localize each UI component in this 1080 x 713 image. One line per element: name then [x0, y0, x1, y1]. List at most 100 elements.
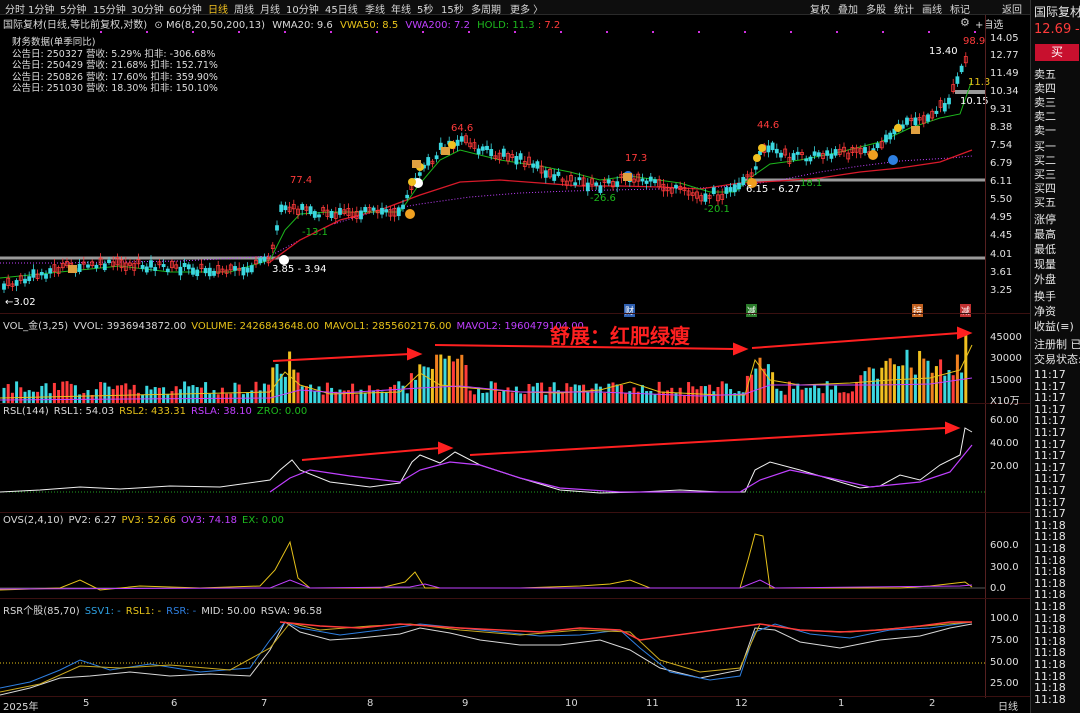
price-tick: 3.61 [990, 267, 1013, 278]
volume-bar [682, 394, 686, 403]
period-tab-quarterly[interactable]: 季线 [365, 1, 385, 16]
volume-bar [460, 354, 464, 403]
gain-label-4: 44.6 [757, 120, 780, 131]
registration-label: 注册制 已 [1034, 338, 1080, 351]
period-tab-10min[interactable]: 10分钟 [286, 1, 319, 16]
volume-bar [603, 392, 607, 403]
draw-line-button[interactable]: 画线 [922, 1, 942, 16]
price-change: -0 [1075, 22, 1080, 37]
period-tab-1min[interactable]: 1分钟 [28, 1, 54, 16]
period-tab-45day[interactable]: 45日线 [325, 1, 358, 16]
outer-volume-label: 外盘 [1034, 273, 1056, 286]
candle-body [191, 267, 195, 275]
period-tab-15sec[interactable]: 15秒 [441, 1, 464, 16]
candle-body [594, 182, 599, 186]
multi-stock-button[interactable]: 多股 [866, 1, 886, 16]
candle-body [703, 193, 708, 202]
gear-icon[interactable]: ⚙ [960, 16, 970, 29]
volume-bar [771, 372, 775, 403]
volume-bar [708, 384, 712, 403]
candle-body [741, 177, 746, 186]
volume-bar [905, 349, 909, 403]
period-tab-fenshi[interactable]: 分时 [5, 1, 25, 16]
restore-rights-button[interactable]: 复权 [810, 1, 830, 16]
volume-bar [195, 387, 199, 403]
candle-body [884, 134, 888, 143]
volume-bar [523, 394, 527, 403]
candle-body [959, 65, 964, 73]
hold-value: 7.2 [544, 20, 561, 31]
candle-body [153, 267, 158, 271]
volume-bar [729, 389, 733, 403]
drop-label-2: -26.6 [590, 193, 616, 204]
volume-bar [943, 375, 947, 403]
ma-settings-icon[interactable]: ⊙ [154, 20, 162, 31]
back-button[interactable]: 返回 [1002, 1, 1022, 16]
period-tab-daily[interactable]: 日线 [208, 1, 228, 16]
volume-bar [800, 389, 804, 403]
volume-bar [485, 392, 489, 403]
rsr-tick: 75.00 [990, 635, 1019, 646]
volume-bar [960, 372, 964, 403]
add-watchlist-button[interactable]: +自选 [975, 16, 1003, 31]
period-tab-weekly[interactable]: 周线 [234, 1, 254, 16]
candle-body [144, 266, 149, 273]
financial-event-marker[interactable]: 财 [624, 304, 636, 317]
period-tab-monthly[interactable]: 月线 [260, 1, 280, 16]
period-tab-30min[interactable]: 30分钟 [131, 1, 164, 16]
volume-bar [514, 386, 518, 403]
volume-bar [569, 386, 573, 403]
volume-bar [939, 359, 943, 403]
candle-body [401, 204, 405, 210]
signal-dot [514, 31, 516, 33]
vvol-value: VVOL: 3936943872.00 [73, 321, 187, 332]
candle-body [262, 256, 267, 262]
ov3-value: OV3: 74.18 [180, 515, 238, 526]
buy-button[interactable]: 买 [1035, 44, 1079, 61]
rsl-title: RSL(144) [3, 406, 49, 417]
period-tab-multi[interactable]: 多周期 [471, 1, 501, 16]
volume-bar [283, 376, 287, 403]
period-tab-yearly[interactable]: 年线 [391, 1, 411, 16]
mark-button[interactable]: 标记 [950, 1, 970, 16]
reduce-event-marker[interactable]: 减 [746, 304, 758, 317]
volume-bar [430, 368, 434, 403]
statistics-button[interactable]: 统计 [894, 1, 914, 16]
candle-body [518, 153, 523, 160]
period-tab-60min[interactable]: 60分钟 [169, 1, 202, 16]
candle-body [926, 114, 930, 122]
period-tab-more[interactable]: 更多 〉 [510, 1, 543, 16]
hold-event-marker[interactable]: 持 [912, 304, 924, 317]
volume-bar [199, 387, 203, 403]
reduce-event-marker-2[interactable]: 减 [960, 304, 972, 317]
candle-body [371, 207, 376, 211]
m6-label: M6(8,20,50,200,13) [165, 20, 266, 31]
volume-bar [418, 364, 422, 403]
period-tab-5min[interactable]: 5分钟 [60, 1, 86, 16]
price-tick: 4.45 [990, 230, 1013, 241]
candle-body [648, 176, 653, 182]
period-tab-15min[interactable]: 15分钟 [93, 1, 126, 16]
volume-bar [586, 391, 590, 403]
volume-bar [107, 386, 111, 403]
month-label: 5 [83, 698, 90, 709]
overlay-button[interactable]: 叠加 [838, 1, 858, 16]
volume-bar [162, 387, 166, 403]
hold-label: HOLD: 11.3 [477, 20, 535, 31]
ex-value: EX: 0.00 [242, 515, 285, 526]
volume-bar [884, 360, 888, 403]
candle-body [207, 267, 212, 277]
range-label-2: 6.15 - 6.27 [746, 184, 801, 195]
period-tab-5sec[interactable]: 5秒 [417, 1, 433, 16]
volume-bar [649, 391, 653, 403]
low-label: 最低 [1034, 243, 1056, 256]
volume-value: VOLUME: 2426843648.00 [191, 321, 320, 332]
candle-body [825, 150, 830, 156]
bid5-label: 买五 [1034, 196, 1056, 209]
volume-bar [750, 374, 754, 403]
candle-body [585, 182, 590, 192]
signal-dot [238, 31, 240, 33]
volume-bar [363, 392, 367, 403]
candle-body [94, 264, 99, 269]
candle-body [501, 148, 506, 157]
